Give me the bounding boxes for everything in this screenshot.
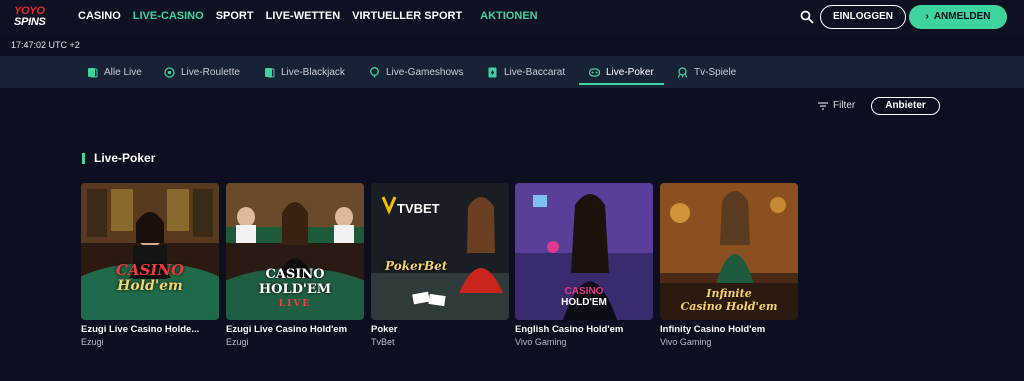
game-logo-line1: CASINO [115, 261, 185, 279]
game-card[interactable]: TVBET PokerBet Poker TvBet [371, 183, 509, 347]
game-card[interactable]: Infinite Casino Hold'em Infinity Casino … [660, 183, 798, 347]
tab-live-blackjack[interactable]: Live-Blackjack [264, 56, 345, 88]
brand-logo-line2: SPINS [14, 16, 46, 28]
game-logo-line1: CASINO [265, 267, 325, 282]
game-provider: Ezugi [226, 337, 249, 347]
category-bar: Alle Live Live-Roulette Live-Blackjack L… [0, 56, 1024, 88]
nav-live-casino[interactable]: LIVE-CASINO [133, 10, 204, 22]
tab-label: Live-Blackjack [281, 66, 345, 78]
tab-label: Alle Live [104, 66, 142, 78]
tab-tv-spiele[interactable]: Tv-Spiele [677, 56, 736, 88]
nav-casino[interactable]: CASINO [78, 10, 121, 22]
gameshow-icon [370, 66, 379, 77]
nav-live-wetten[interactable]: LIVE-WETTEN [266, 10, 341, 22]
game-name: Ezugi Live Casino Holde... [81, 324, 200, 335]
nav-sport[interactable]: SPORT [216, 10, 254, 22]
tab-alle-live[interactable]: Alle Live [87, 56, 142, 88]
game-logo-line2: PokerBet [385, 259, 448, 273]
game-logo-line1: TVBET [397, 201, 440, 216]
game-logo-line1: CASINO [564, 286, 604, 297]
tab-label: Live-Poker [606, 66, 654, 78]
game-thumbnail: CASINO HOLD'EM LIVE [226, 183, 364, 320]
tab-live-roulette[interactable]: Live-Roulette [164, 56, 240, 88]
game-logo-line2: HOLD'EM [561, 297, 607, 308]
game-name: Infinity Casino Hold'em [660, 324, 766, 335]
game-thumbnail: Infinite Casino Hold'em [660, 183, 798, 320]
top-header: YOYO SPINS CASINO LIVE-CASINO SPORT LIVE… [0, 0, 1024, 36]
tab-live-gameshows[interactable]: Live-Gameshows [369, 56, 463, 88]
game-thumbnail: CASINO HOLD'EM [515, 183, 653, 320]
chevron-right-icon: › [925, 11, 929, 22]
main-nav: CASINO LIVE-CASINO SPORT LIVE-WETTEN VIR… [78, 10, 550, 22]
game-thumbnail: TVBET PokerBet [371, 183, 509, 320]
game-logo-line1: Infinite [706, 287, 752, 300]
game-provider: Ezugi [81, 337, 104, 347]
section-title-text: Live-Poker [94, 151, 156, 165]
provider-button[interactable]: Anbieter [871, 97, 940, 115]
game-card[interactable]: CASINO HOLD'EM LIVE Ezugi Live Casino Ho… [226, 183, 364, 347]
roulette-icon [164, 66, 175, 78]
tab-label: Live-Baccarat [504, 66, 566, 78]
poker-icon [589, 67, 600, 77]
tab-label: Live-Gameshows [386, 66, 464, 78]
game-logo-line2: Casino Hold'em [680, 300, 778, 313]
nav-aktionen[interactable]: AKTIONEN [480, 10, 537, 22]
game-logo-line2: HOLD'EM [258, 282, 332, 297]
tab-label: Tv-Spiele [694, 66, 737, 78]
tab-live-baccarat[interactable]: Live-Baccarat [487, 56, 565, 88]
tab-label: Live-Roulette [181, 66, 240, 78]
game-card[interactable]: CASINO HOLD'EM English Casino Hold'em Vi… [515, 183, 653, 347]
game-provider: Vivo Gaming [515, 337, 567, 347]
game-artwork-tvbet [371, 183, 509, 320]
game-name: English Casino Hold'em [515, 324, 624, 335]
game-logo-line3: LIVE [278, 299, 312, 309]
section-title: Live-Poker [82, 151, 155, 165]
game-provider: TvBet [371, 337, 395, 347]
filter-button[interactable]: Filter [818, 100, 855, 111]
section-accent-bar [82, 152, 85, 164]
game-thumbnail: CASINO Hold'em [81, 183, 219, 320]
search-icon[interactable] [800, 10, 814, 24]
login-button[interactable]: EINLOGGEN [820, 5, 906, 29]
register-button[interactable]: › ANMELDEN [909, 5, 1007, 29]
cards-icon [88, 67, 98, 77]
tv-games-icon [677, 66, 688, 78]
register-label: ANMELDEN [933, 11, 991, 22]
game-card[interactable]: CASINO Hold'em Ezugi Live Casino Holde..… [81, 183, 219, 347]
game-name: Poker [371, 324, 398, 335]
filter-label: Filter [833, 100, 856, 111]
brand-logo[interactable]: YOYO SPINS [14, 6, 54, 32]
game-provider: Vivo Gaming [660, 337, 712, 347]
baccarat-icon [488, 67, 497, 77]
nav-virtueller-sport[interactable]: VIRTUELLER SPORT [352, 10, 462, 22]
blackjack-icon [265, 67, 275, 77]
clock-display: 17:47:02 UTC +2 [11, 40, 80, 50]
game-name: Ezugi Live Casino Hold'em [226, 324, 348, 335]
game-artwork-ezugi-1 [81, 183, 219, 320]
game-logo-line2: Hold'em [117, 278, 183, 294]
tab-live-poker[interactable]: Live-Poker [579, 56, 664, 88]
filter-icon [818, 101, 828, 110]
